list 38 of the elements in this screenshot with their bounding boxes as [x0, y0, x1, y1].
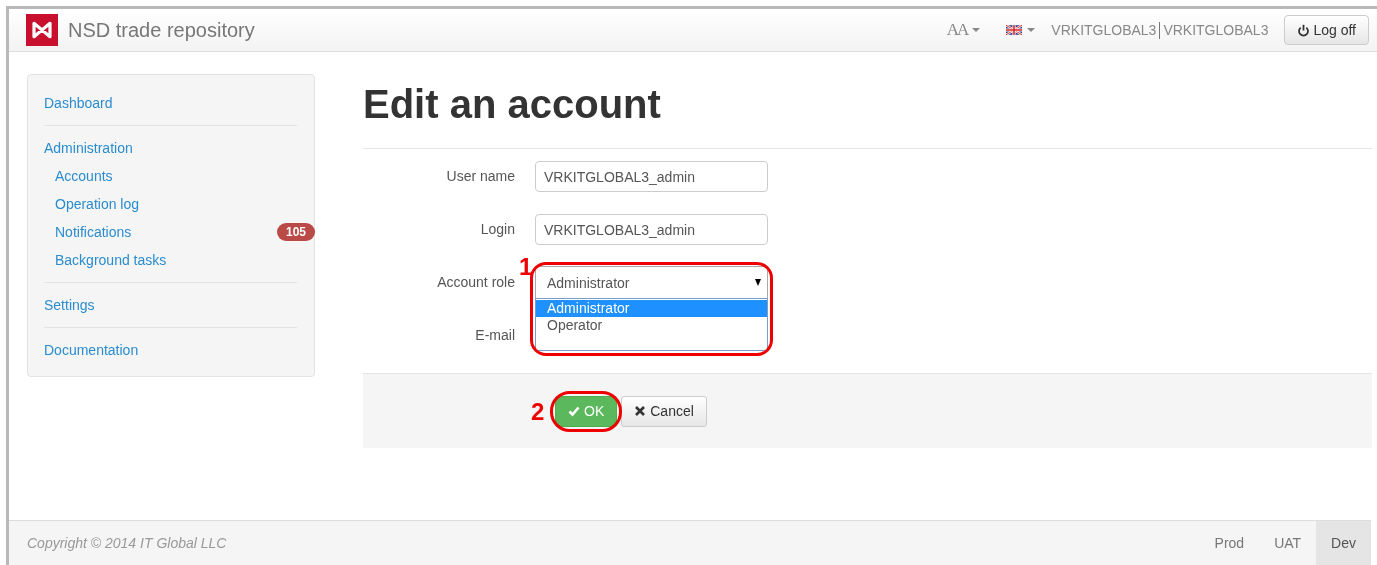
environment-tab[interactable]: Dev [1316, 521, 1371, 565]
check-icon [568, 405, 580, 417]
dropdown-option[interactable]: Administrator [536, 300, 767, 317]
power-icon [1297, 23, 1311, 37]
page-title: Edit an account [363, 81, 662, 128]
field-label: User name [445, 167, 516, 186]
ok-button[interactable]: OK [555, 395, 618, 427]
dropdown-option[interactable]: Operator [536, 317, 767, 334]
step-number: 1 [519, 253, 533, 281]
role-select[interactable]: Administrator [535, 266, 768, 298]
caret-icon [755, 279, 761, 286]
step-number: 2 [531, 397, 545, 426]
sidebar-link[interactable]: Accounts [44, 166, 113, 186]
environment-tab[interactable]: UAT [1259, 521, 1317, 565]
logo-icon [26, 14, 58, 46]
sidebar-link[interactable]: Dashboard [44, 89, 297, 117]
user-name: VRKITGLOBAL3 [1051, 22, 1157, 38]
copyright-text: Copyright © 2014 IT Global LLC [27, 535, 227, 551]
notification-count-badge: 105 [276, 223, 315, 241]
sidebar-link[interactable]: Administration [44, 134, 297, 162]
sidebar-link[interactable]: Background tasks [44, 250, 167, 270]
close-icon [634, 405, 647, 417]
field-label: Login [479, 220, 516, 239]
cancel-button[interactable]: Cancel [621, 395, 707, 427]
field-label: E-mail [474, 326, 516, 345]
text-field[interactable]: VRKITGLOBAL3_admin [535, 161, 768, 192]
environment-tab[interactable]: Prod [1199, 521, 1260, 565]
text-field[interactable]: VRKITGLOBAL3_admin [535, 214, 768, 245]
organization-name: VRKITGLOBAL3 [1163, 22, 1269, 38]
sidebar-link[interactable]: Documentation [44, 336, 297, 364]
font-size-menu[interactable]: AA [936, 20, 991, 40]
sidebar-link[interactable]: Notifications [44, 222, 132, 242]
brand-title: NSD trade repository [68, 18, 255, 42]
sidebar-link[interactable]: Settings [44, 291, 297, 319]
logoff-button[interactable]: Log off [1284, 15, 1369, 45]
flag-icon [1006, 25, 1023, 35]
field-label: Account role [436, 273, 516, 292]
sidebar-link[interactable]: Operation log [44, 194, 140, 214]
